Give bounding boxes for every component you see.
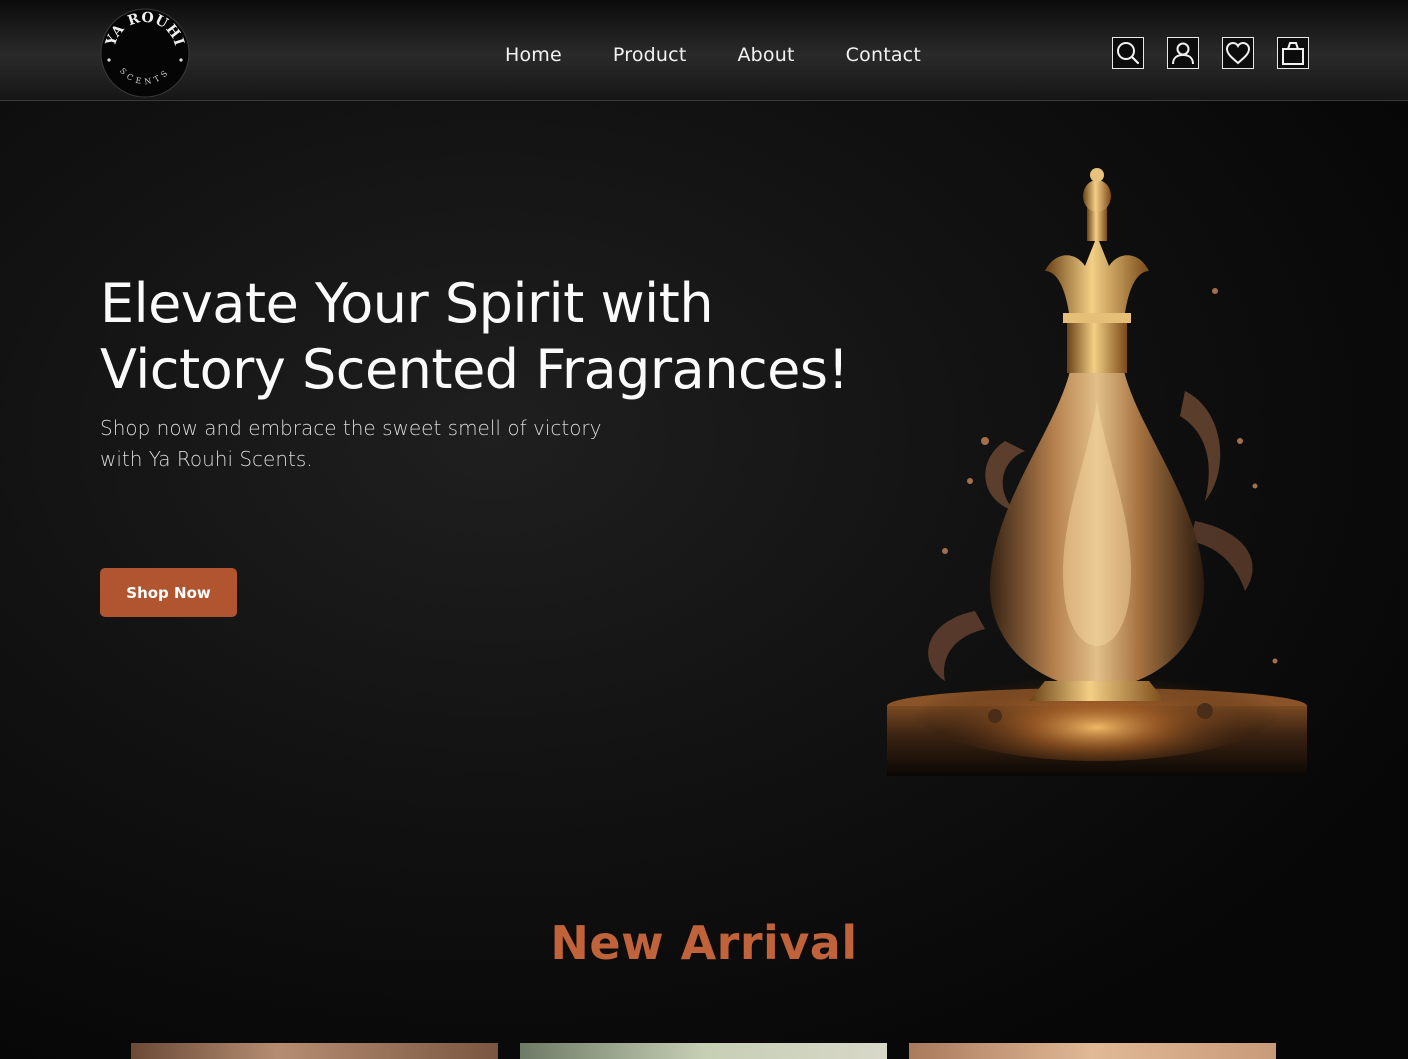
perfume-bottle-image bbox=[887, 168, 1307, 776]
main-nav: Home Product About Contact bbox=[505, 44, 972, 66]
wishlist-button[interactable] bbox=[1222, 37, 1254, 69]
product-card[interactable] bbox=[131, 1043, 498, 1059]
nav-contact[interactable]: Contact bbox=[846, 44, 921, 66]
hero-subtitle: Shop now and embrace the sweet smell of … bbox=[100, 413, 620, 475]
account-button[interactable] bbox=[1167, 37, 1199, 69]
nav-home[interactable]: Home bbox=[505, 44, 562, 66]
heart-icon bbox=[1225, 41, 1251, 65]
nav-product[interactable]: Product bbox=[613, 44, 687, 66]
shopping-bag-icon bbox=[1282, 42, 1304, 65]
cart-button[interactable] bbox=[1277, 37, 1309, 69]
product-card[interactable] bbox=[520, 1043, 887, 1059]
nav-about[interactable]: About bbox=[737, 44, 794, 66]
search-button[interactable] bbox=[1112, 37, 1144, 69]
search-icon bbox=[1117, 42, 1140, 65]
hero-section: Elevate Your Spirit with Victory Scented… bbox=[0, 101, 1408, 1059]
shop-now-button[interactable]: Shop Now bbox=[100, 568, 237, 617]
product-card[interactable] bbox=[909, 1043, 1276, 1059]
hero-title-line1: Elevate Your Spirit with bbox=[100, 272, 714, 335]
hero-subtitle-line2: with Ya Rouhi Scents. bbox=[100, 447, 313, 471]
new-arrival-title: New Arrival bbox=[550, 916, 858, 970]
header-actions bbox=[1112, 37, 1309, 69]
hero-subtitle-line1: Shop now and embrace the sweet smell of … bbox=[100, 416, 602, 440]
site-header: YA ROUHI SCENTS Home Product About Conta… bbox=[0, 0, 1408, 101]
brand-logo[interactable]: YA ROUHI SCENTS bbox=[100, 8, 190, 98]
hero-title: Elevate Your Spirit with Victory Scented… bbox=[100, 271, 860, 403]
new-arrival-products bbox=[131, 1043, 1276, 1059]
user-icon bbox=[1172, 42, 1194, 65]
hero-title-line2: Victory Scented Fragrances! bbox=[100, 338, 849, 401]
